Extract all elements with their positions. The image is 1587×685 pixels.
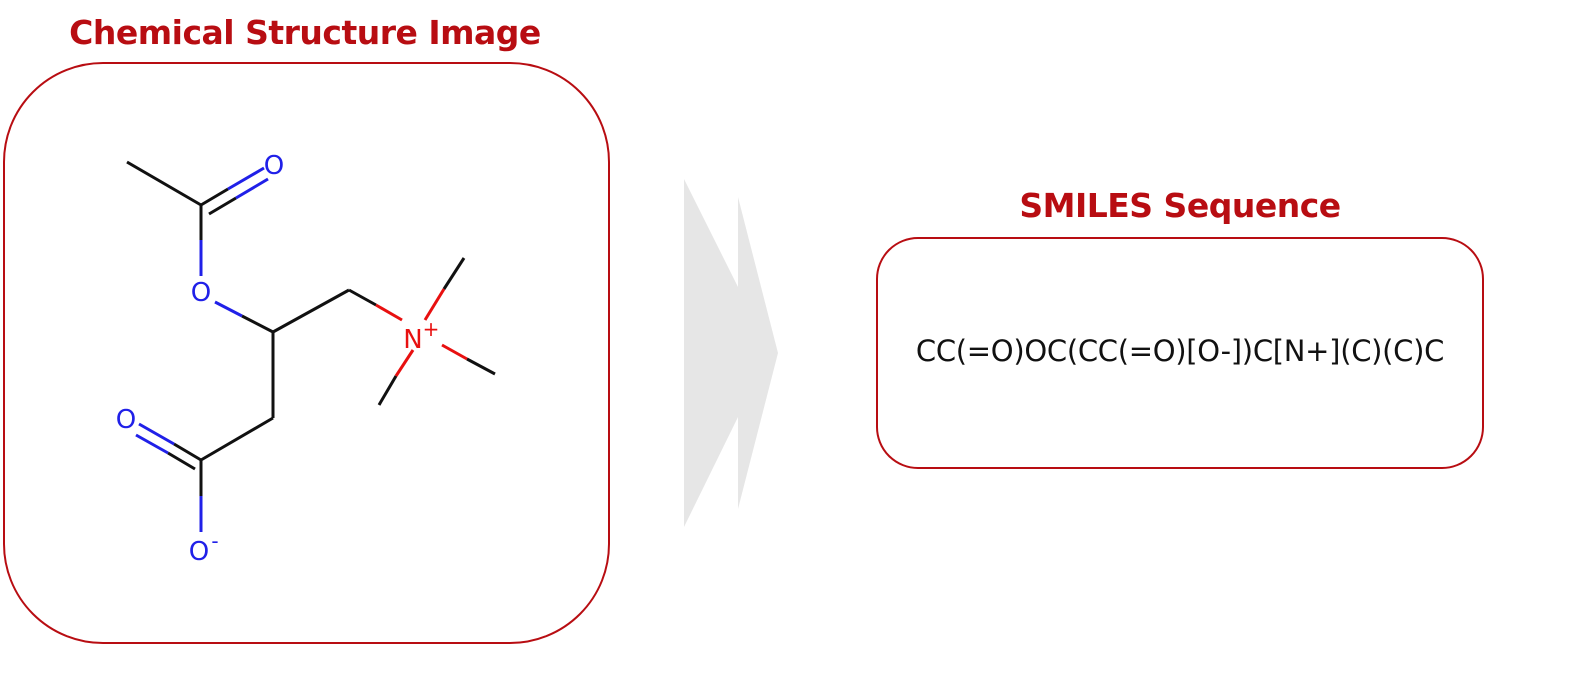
smiles-sequence-text: CC(=O)OC(CC(=O)[O-])C[N+](C)(C)C — [915, 334, 1445, 368]
atom-label-carbonyl-oxygen-bottom: O — [116, 405, 136, 435]
bond-ester-chiral-black — [241, 314, 274, 334]
molecule-structure: O O N + O O - — [116, 151, 496, 567]
smiles-panel-title: SMILES Sequence — [1019, 186, 1341, 225]
smiles-panel: CC(=O)OC(CC(=O)[O-])C[N+](C)(C)C — [876, 237, 1484, 469]
bond-n-methyl-right-red — [441, 343, 468, 361]
arrow-chevron-back — [684, 179, 738, 527]
conversion-arrow-icon — [684, 179, 778, 527]
bond-ester-chiral-blue — [214, 300, 243, 318]
bond-methylene-n-red — [375, 303, 403, 322]
bond-methylene-n-black — [348, 288, 377, 307]
atom-label-carboxylate-oxygen: O — [189, 537, 209, 567]
atom-label-ammonium-nitrogen: N — [403, 325, 422, 355]
atom-label-ammonium-charge: + — [423, 317, 440, 341]
arrow-chevron-front — [738, 197, 778, 509]
bond-n-methyl-right-black — [466, 357, 496, 376]
bond-carbonyl-double-b-black — [208, 196, 237, 216]
atom-label-carbonyl-oxygen-top: O — [264, 151, 284, 181]
bond-methyl-carbonyl — [126, 160, 202, 207]
bond-methylene-carboxyl — [200, 416, 274, 462]
bond-n-methyl-up-red — [423, 288, 446, 321]
atom-label-carboxylate-charge: - — [211, 529, 218, 553]
bond-chiral-methylene-n — [272, 288, 350, 334]
bond-carbonyl-double-a-black — [200, 187, 229, 207]
atom-label-ester-oxygen: O — [191, 278, 211, 308]
bond-n-methyl-up-black — [442, 257, 466, 290]
bond-n-methyl-down-black — [377, 375, 398, 406]
